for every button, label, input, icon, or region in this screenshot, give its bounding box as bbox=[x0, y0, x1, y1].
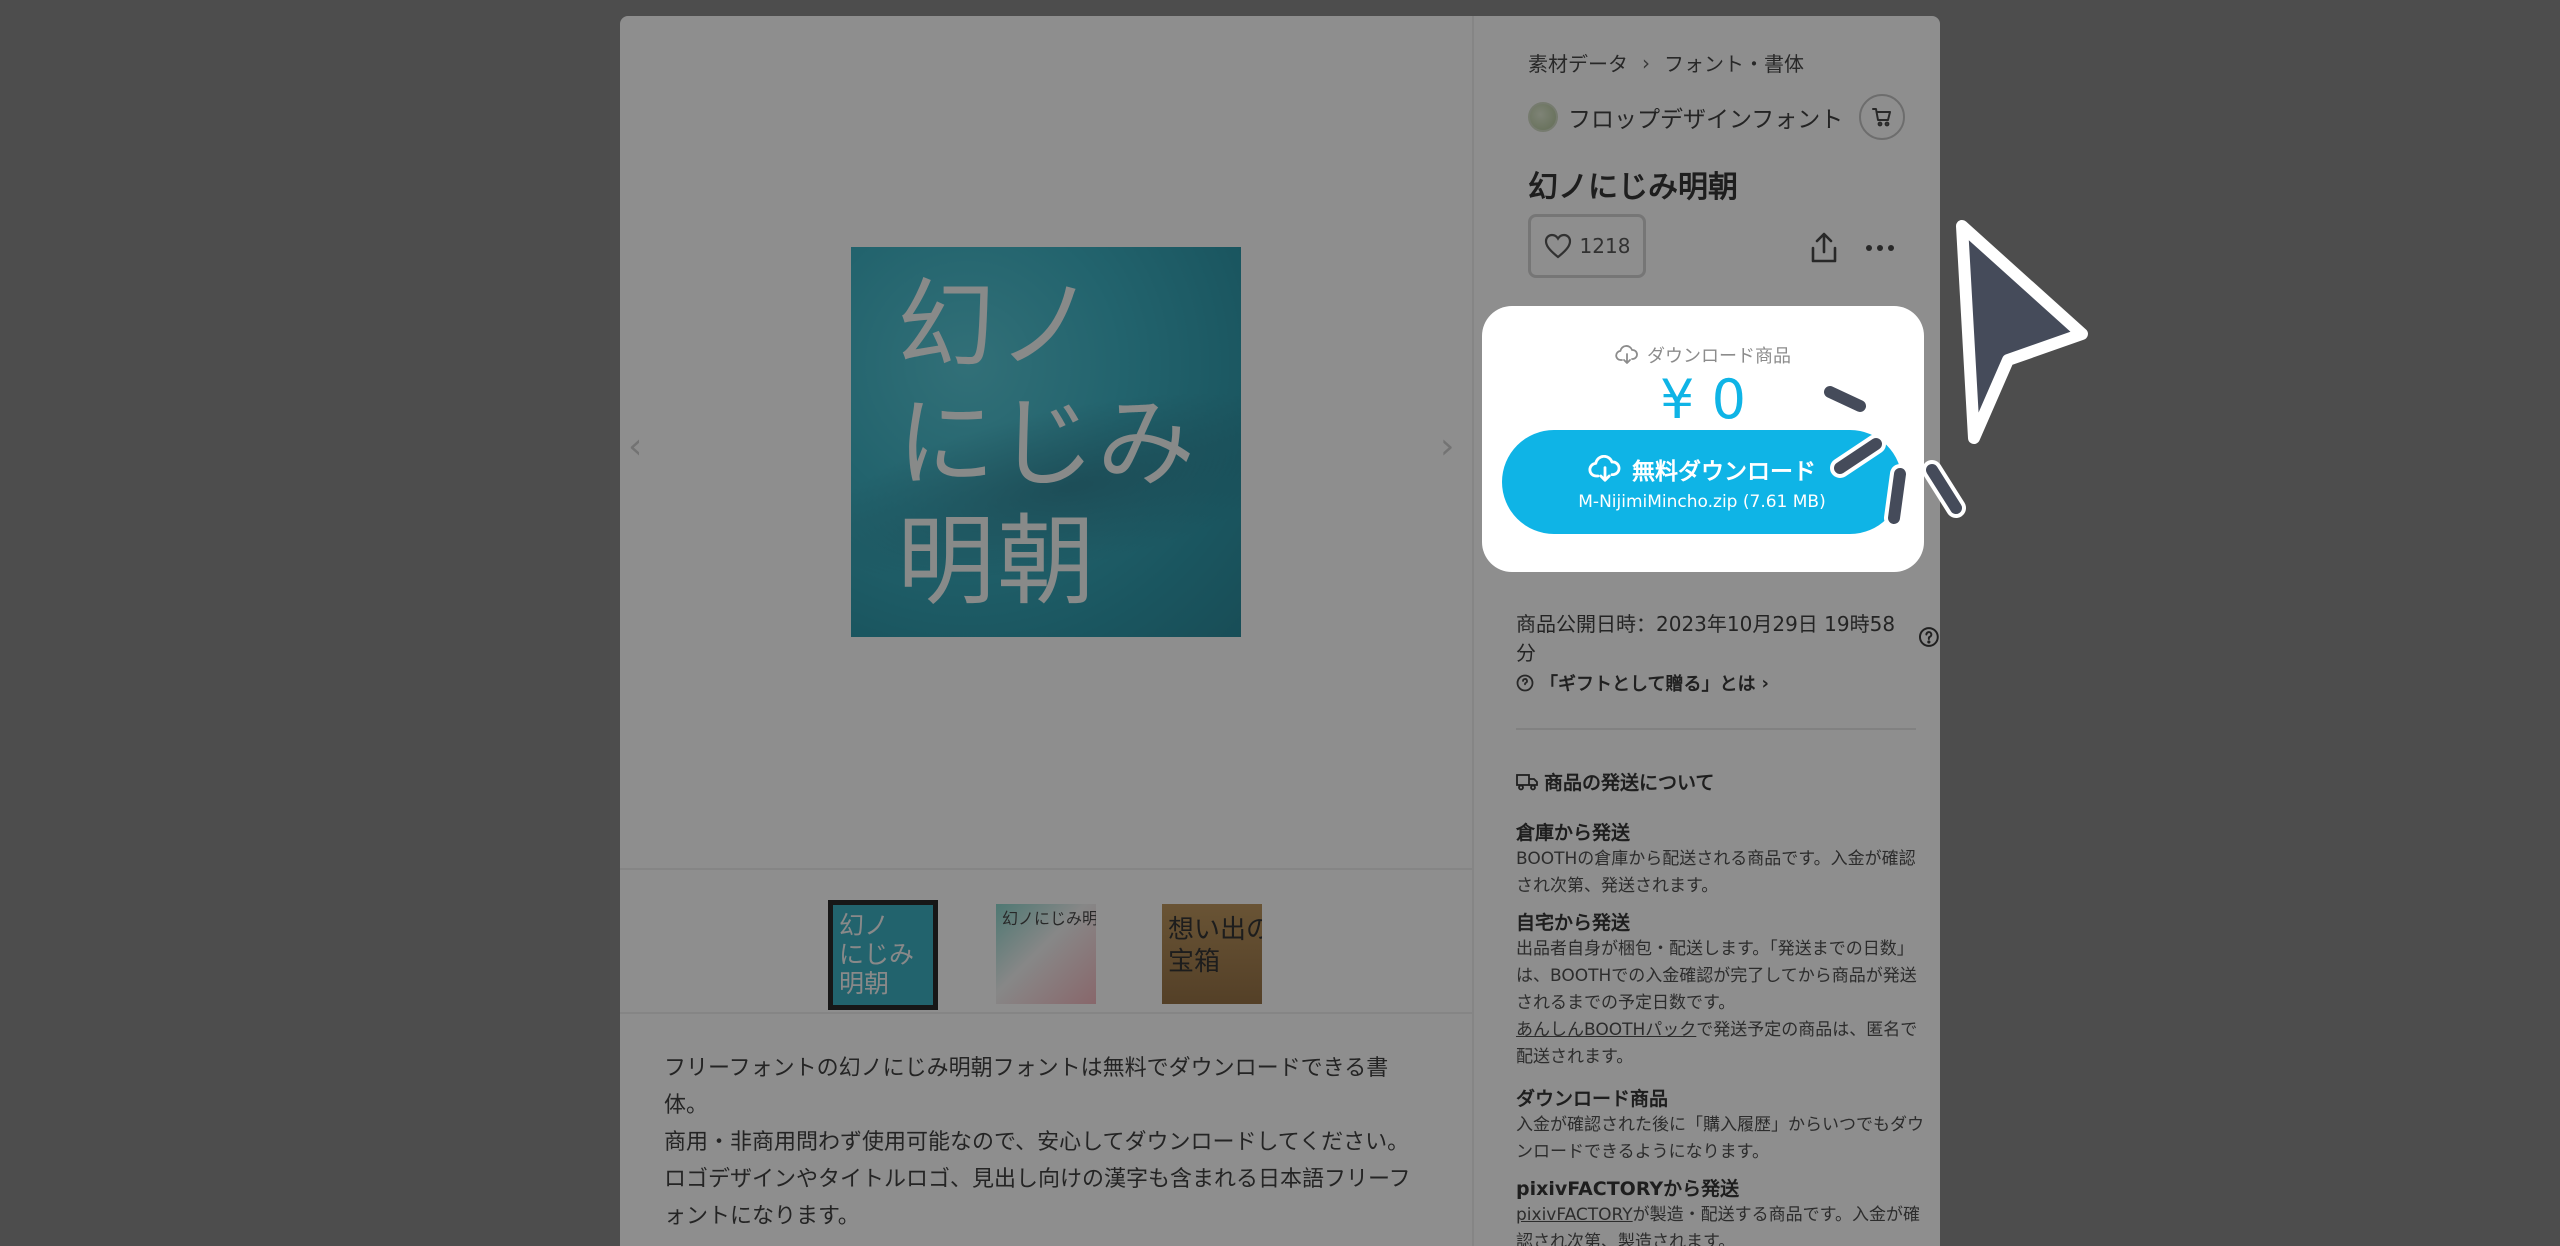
shipping-home: 自宅から発送 出品者自身が梱包・配送します。「発送までの日数」は、BOOTHでの… bbox=[1516, 910, 1926, 1071]
publish-date-text: 商品公開日時：2023年10月29日 19時58分 bbox=[1516, 612, 1896, 665]
shipping-title: pixivFACTORYから発送 bbox=[1516, 1178, 1740, 1200]
shop-row: フロップデザインフォント bbox=[1528, 94, 1906, 140]
shipping-text: 出品者自身が梱包・配送します。「発送までの日数」は、BOOTHでの入金確認が完了… bbox=[1516, 936, 1926, 1071]
shipping-text: 入金が確認された後に「購入履歴」からいつでもダウンロードできるようになります。 bbox=[1516, 1115, 1924, 1162]
breadcrumb: 素材データ › フォント・書体 bbox=[1528, 48, 1804, 77]
breadcrumb-category[interactable]: 素材データ bbox=[1528, 48, 1628, 77]
pixivfactory-link[interactable]: pixivFACTORY bbox=[1516, 1205, 1633, 1225]
breadcrumb-subcategory[interactable]: フォント・書体 bbox=[1664, 48, 1804, 77]
thumbnail-3[interactable]: 想い出の 宝箱 bbox=[1162, 904, 1262, 1004]
shipping-warehouse: 倉庫から発送 BOOTHの倉庫から配送される商品です。入金が確認され次第、発送さ… bbox=[1516, 820, 1926, 900]
gallery-next-button[interactable]: › bbox=[1440, 426, 1454, 467]
main-image-text: 幻ノ にじみ 明朝 bbox=[897, 269, 1198, 619]
shipping-heading: 商品の発送について bbox=[1516, 768, 1714, 795]
thumbnail-3-text: 想い出の 宝箱 bbox=[1168, 915, 1262, 977]
like-count: 1218 bbox=[1579, 234, 1631, 258]
shop-name[interactable]: フロップデザインフォント bbox=[1568, 100, 1843, 134]
product-description: フリーフォントの幻ノにじみ明朝フォントは無料でダウンロードできる書体。 商用・非… bbox=[664, 1050, 1424, 1235]
cloud-download-icon bbox=[1588, 455, 1621, 482]
cart-icon bbox=[1872, 108, 1892, 127]
thumbnail-2[interactable]: 幻ノにじみ明朝 bbox=[996, 904, 1096, 1004]
main-product-image[interactable]: 幻ノ にじみ 明朝 bbox=[851, 247, 1241, 637]
pointer-cursor-icon bbox=[1820, 220, 2088, 528]
publish-date: 商品公開日時：2023年10月29日 19時58分 bbox=[1516, 608, 1940, 666]
help-icon[interactable] bbox=[1918, 626, 1940, 648]
thumbnail-strip: 幻ノ にじみ 明朝 幻ノにじみ明朝 想い出の 宝箱 bbox=[620, 868, 1474, 1014]
shipping-download: ダウンロード商品 入金が確認された後に「購入履歴」からいつでもダウンロードできる… bbox=[1516, 1086, 1926, 1166]
thumbnail-1[interactable]: 幻ノ にじみ 明朝 bbox=[828, 900, 938, 1010]
download-label: 無料ダウンロード bbox=[1632, 459, 1816, 485]
chevron-right-icon: › bbox=[1642, 50, 1650, 75]
divider bbox=[1516, 728, 1916, 730]
shipping-title: ダウンロード商品 bbox=[1516, 1088, 1669, 1110]
shipping-text: pixivFACTORYが製造・配送する商品です。入金が確認され次第、製造されま… bbox=[1516, 1202, 1926, 1246]
chevron-right-icon: › bbox=[1761, 672, 1769, 694]
description-line: 商用・非商用問わず使用可能なので、安心してダウンロードしてください。 bbox=[664, 1130, 1410, 1155]
purchase-type-label: ダウンロード商品 bbox=[1647, 346, 1791, 367]
description-line: ロゴデザインやタイトルロゴ、見出し向けの漢字も含まれる日本語フリーフォントになり… bbox=[664, 1167, 1411, 1229]
truck-icon bbox=[1516, 773, 1538, 790]
description-line: フリーフォントの幻ノにじみ明朝フォントは無料でダウンロードできる書体。 bbox=[664, 1056, 1389, 1118]
product-title: 幻ノにじみ明朝 bbox=[1528, 170, 1738, 205]
gift-info-text: 「ギフトとして贈る」とは bbox=[1540, 674, 1756, 695]
gift-info-link[interactable]: 「ギフトとして贈る」とは › bbox=[1516, 670, 1769, 696]
gallery-column: ‹ 幻ノ にじみ 明朝 › 幻ノ にじみ 明朝 幻ノにじみ明朝 想い出の 宝箱 … bbox=[620, 16, 1474, 1246]
shipping-text-main: 出品者自身が梱包・配送します。「発送までの日数」は、BOOTHでの入金確認が完了… bbox=[1516, 939, 1917, 1013]
shipping-title: 自宅から発送 bbox=[1516, 912, 1631, 934]
shop-avatar[interactable] bbox=[1528, 102, 1558, 132]
thumbnail-1-text: 幻ノ にじみ 明朝 bbox=[839, 911, 915, 998]
shipping-pixivfactory: pixivFACTORYから発送 pixivFACTORYが製造・配送する商品で… bbox=[1516, 1176, 1926, 1246]
gallery-prev-button[interactable]: ‹ bbox=[628, 426, 642, 467]
thumbnail-2-text: 幻ノにじみ明朝 bbox=[1002, 909, 1096, 928]
shipping-title: 倉庫から発送 bbox=[1516, 822, 1631, 844]
main-image-area: ‹ 幻ノ にじみ 明朝 › bbox=[620, 16, 1474, 868]
product-page: ‹ 幻ノ にじみ 明朝 › 幻ノ にじみ 明朝 幻ノにじみ明朝 想い出の 宝箱 … bbox=[620, 16, 1940, 1246]
anshin-booth-pack-link[interactable]: あんしんBOOTHパック bbox=[1516, 1020, 1696, 1040]
question-circle-icon bbox=[1516, 674, 1534, 692]
shipping-text: BOOTHの倉庫から配送される商品です。入金が確認され次第、発送されます。 bbox=[1516, 849, 1916, 896]
heart-icon bbox=[1544, 233, 1571, 259]
shipping-heading-text: 商品の発送について bbox=[1544, 772, 1715, 794]
like-button[interactable]: 1218 bbox=[1528, 214, 1646, 278]
cloud-download-icon bbox=[1615, 345, 1638, 364]
shop-cart-button[interactable] bbox=[1859, 94, 1906, 140]
